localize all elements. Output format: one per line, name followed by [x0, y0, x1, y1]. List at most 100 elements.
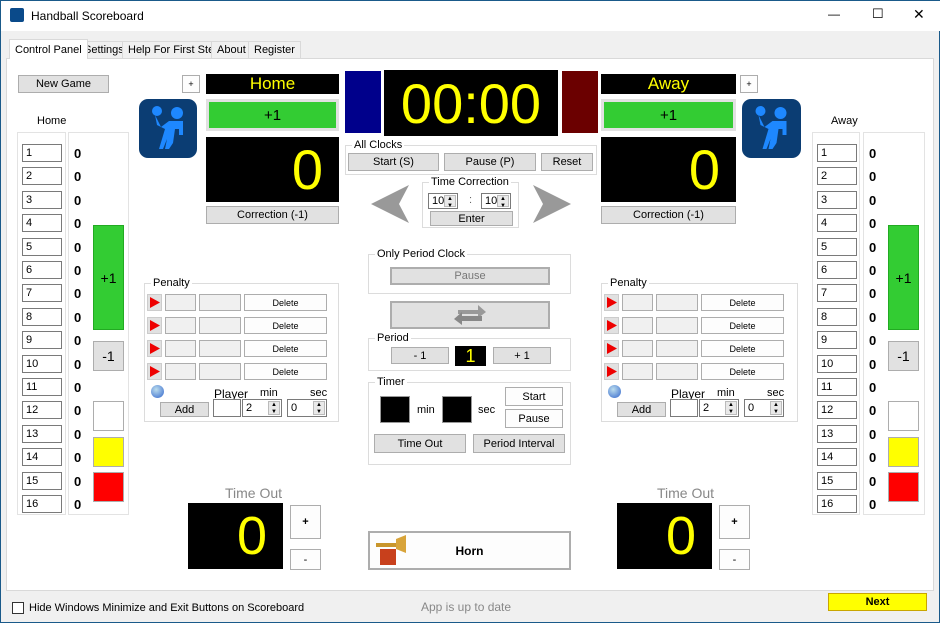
close-button[interactable]: ✕ [913, 6, 925, 23]
penalty-min-spinner[interactable]: 2 ▲ ▼ [242, 399, 282, 417]
penalty-delete-button[interactable]: Delete [701, 294, 784, 311]
player-number-input[interactable]: 7 [817, 284, 857, 303]
player-number-input[interactable]: 8 [817, 307, 857, 326]
correction-min-spinner[interactable]: 10 ▲ ▼ [428, 193, 458, 209]
period-minus-button[interactable]: - 1 [391, 347, 449, 364]
home-yellow-card[interactable] [93, 437, 124, 467]
enter-button[interactable]: Enter [430, 211, 513, 226]
player-number-input[interactable]: 15 [22, 471, 62, 490]
player-number-input[interactable]: 9 [817, 331, 857, 350]
player-number-input[interactable]: 11 [22, 378, 62, 396]
away-correction-button[interactable]: Correction (-1) [601, 206, 736, 224]
penalty-delete-button[interactable]: Delete [701, 317, 784, 334]
player-number-input[interactable]: 8 [22, 307, 62, 326]
penalty-sec-spinner[interactable]: 0 ▲ ▼ [287, 399, 327, 417]
home-white-card[interactable] [93, 401, 124, 431]
away-side-minus-one[interactable]: -1 [888, 341, 919, 371]
start-button[interactable]: Start (S) [348, 153, 439, 171]
period-plus-button[interactable]: + 1 [493, 347, 551, 364]
player-number-input[interactable]: 10 [817, 354, 857, 373]
spinner-arrows-icon[interactable]: ▲ ▼ [313, 401, 325, 415]
home-color-swatch[interactable] [345, 71, 381, 133]
player-number-input[interactable]: 6 [22, 261, 62, 279]
away-yellow-card[interactable] [888, 437, 919, 467]
player-number-input[interactable]: 3 [817, 190, 857, 209]
player-number-input[interactable]: 7 [22, 284, 62, 303]
home-timeout-minus[interactable]: - [290, 549, 321, 570]
home-correction-button[interactable]: Correction (-1) [206, 206, 339, 224]
help-icon[interactable] [151, 385, 164, 398]
home-add-button[interactable]: + [182, 75, 200, 93]
player-number-input[interactable]: 9 [22, 331, 62, 350]
home-side-plus-one[interactable]: +1 [93, 225, 124, 330]
penalty-start-arrow-icon[interactable] [604, 340, 619, 357]
penalty-delete-button[interactable]: Delete [244, 294, 327, 311]
period-clock-pause-button[interactable]: Pause [390, 267, 550, 285]
home-timeout-plus[interactable]: + [290, 505, 321, 539]
away-side-plus-one[interactable]: +1 [888, 225, 919, 330]
player-number-input[interactable]: 1 [817, 144, 857, 162]
player-number-input[interactable]: 12 [817, 401, 857, 420]
penalty-start-arrow-icon[interactable] [604, 363, 619, 380]
arrow-left-icon[interactable] [371, 185, 411, 223]
penalty-player-input[interactable] [213, 399, 241, 417]
player-number-input[interactable]: 6 [817, 261, 857, 279]
spinner-arrows-icon[interactable]: ▲ ▼ [497, 195, 509, 209]
tab-control-panel[interactable]: Control Panel [9, 39, 88, 59]
player-number-input[interactable]: 15 [817, 471, 857, 490]
player-number-input[interactable]: 16 [22, 495, 62, 513]
home-red-card[interactable] [93, 472, 124, 502]
penalty-delete-button[interactable]: Delete [244, 317, 327, 334]
penalty-start-arrow-icon[interactable] [147, 294, 162, 311]
new-game-button[interactable]: New Game [18, 75, 109, 93]
penalty-start-arrow-icon[interactable] [604, 294, 619, 311]
away-red-card[interactable] [888, 472, 919, 502]
tab-register[interactable]: Register [248, 41, 301, 58]
penalty-sec-spinner[interactable]: 0 ▲ ▼ [744, 399, 784, 417]
spinner-arrows-icon[interactable]: ▲ ▼ [770, 401, 782, 415]
swap-teams-button[interactable] [390, 301, 550, 329]
player-number-input[interactable]: 2 [22, 167, 62, 186]
away-add-button[interactable]: + [740, 75, 758, 93]
maximize-button[interactable]: ☐ [872, 6, 884, 22]
penalty-start-arrow-icon[interactable] [147, 363, 162, 380]
minimize-button[interactable]: — [828, 7, 840, 21]
away-timeout-plus[interactable]: + [719, 505, 750, 539]
away-color-swatch[interactable] [562, 71, 598, 133]
player-number-input[interactable]: 16 [817, 495, 857, 513]
player-number-input[interactable]: 3 [22, 190, 62, 209]
penalty-player-input[interactable] [670, 399, 698, 417]
player-number-input[interactable]: 5 [22, 237, 62, 256]
help-icon[interactable] [608, 385, 621, 398]
correction-sec-spinner[interactable]: 10 ▲ ▼ [481, 193, 511, 209]
penalty-start-arrow-icon[interactable] [604, 317, 619, 334]
spinner-arrows-icon[interactable]: ▲ ▼ [725, 401, 737, 415]
away-timeout-minus[interactable]: - [719, 549, 750, 570]
player-number-input[interactable]: 14 [817, 448, 857, 467]
player-number-input[interactable]: 13 [22, 424, 62, 443]
pause-button[interactable]: Pause (P) [444, 153, 536, 171]
player-number-input[interactable]: 5 [817, 237, 857, 256]
player-number-input[interactable]: 11 [817, 378, 857, 396]
home-side-minus-one[interactable]: -1 [93, 341, 124, 371]
penalty-min-spinner[interactable]: 2 ▲ ▼ [699, 399, 739, 417]
timer-pause-button[interactable]: Pause [505, 409, 563, 428]
penalty-start-arrow-icon[interactable] [147, 340, 162, 357]
home-plus-one-button[interactable]: +1 [206, 99, 339, 131]
penalty-delete-button[interactable]: Delete [701, 363, 784, 380]
player-number-input[interactable]: 4 [22, 214, 62, 233]
horn-button[interactable]: Horn [368, 531, 571, 570]
next-button[interactable]: Next [828, 593, 927, 611]
reset-button[interactable]: Reset [541, 153, 593, 171]
penalty-delete-button[interactable]: Delete [244, 340, 327, 357]
player-number-input[interactable]: 10 [22, 354, 62, 373]
penalty-add-button[interactable]: Add [617, 402, 666, 417]
penalty-delete-button[interactable]: Delete [701, 340, 784, 357]
player-number-input[interactable]: 1 [22, 144, 62, 162]
period-interval-button[interactable]: Period Interval [473, 434, 565, 453]
hide-buttons-checkbox[interactable] [12, 602, 24, 614]
penalty-add-button[interactable]: Add [160, 402, 209, 417]
penalty-delete-button[interactable]: Delete [244, 363, 327, 380]
player-number-input[interactable]: 2 [817, 167, 857, 186]
spinner-arrows-icon[interactable]: ▲ ▼ [268, 401, 280, 415]
